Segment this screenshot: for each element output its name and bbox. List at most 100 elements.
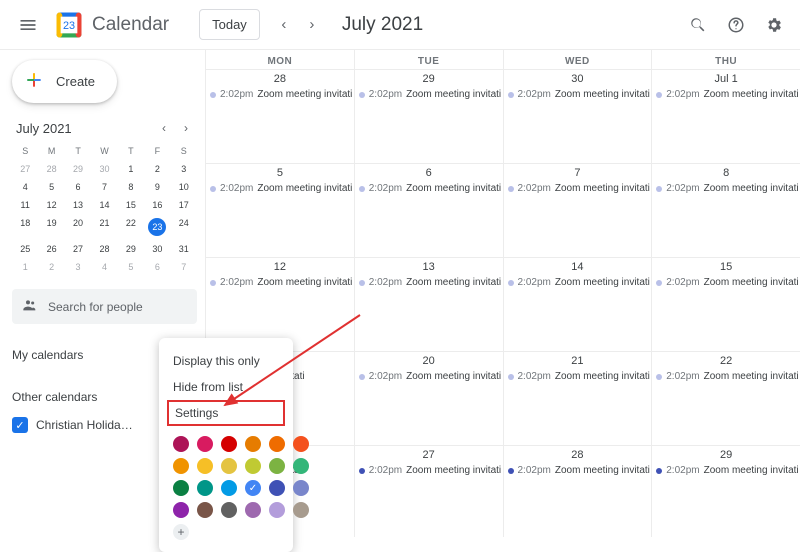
color-swatch[interactable] — [245, 436, 261, 452]
color-swatch[interactable] — [245, 502, 261, 518]
color-swatch[interactable] — [197, 502, 213, 518]
search-icon[interactable] — [688, 15, 708, 35]
grid-cell[interactable]: 212:02pmZoom meeting invitati — [503, 352, 652, 445]
checkbox-icon[interactable]: ✓ — [12, 417, 28, 433]
mini-day[interactable]: 3 — [65, 259, 91, 275]
mini-day[interactable]: 23 — [144, 215, 170, 239]
event[interactable]: 2:02pmZoom meeting invitati — [652, 183, 800, 194]
mini-day[interactable]: 3 — [171, 161, 197, 177]
event[interactable]: 2:02pmZoom meeting invitati — [206, 277, 354, 288]
mini-day[interactable]: 29 — [118, 241, 144, 257]
color-swatch[interactable] — [269, 436, 285, 452]
mini-day[interactable]: 30 — [144, 241, 170, 257]
prev-month-icon[interactable]: ‹ — [270, 11, 298, 39]
create-button[interactable]: Create — [12, 60, 117, 103]
mini-day[interactable]: 22 — [118, 215, 144, 239]
grid-cell[interactable]: 282:02pmZoom meeting invitati — [205, 70, 354, 163]
gear-icon[interactable] — [764, 15, 784, 35]
event[interactable]: 2:02pmZoom meeting invitati — [652, 277, 800, 288]
mini-day[interactable]: 4 — [91, 259, 117, 275]
grid-cell[interactable]: 272:02pmZoom meeting invitati — [354, 446, 503, 537]
grid-cell[interactable]: 292:02pmZoom meeting invitati — [354, 70, 503, 163]
menu-icon[interactable] — [10, 7, 46, 43]
today-button[interactable]: Today — [199, 9, 260, 40]
color-swatch[interactable] — [221, 480, 237, 496]
mini-day[interactable]: 27 — [12, 161, 38, 177]
mini-day[interactable]: 24 — [171, 215, 197, 239]
help-icon[interactable] — [726, 15, 746, 35]
color-swatch[interactable] — [173, 480, 189, 496]
mini-day[interactable]: 12 — [38, 197, 64, 213]
mini-day[interactable]: 14 — [91, 197, 117, 213]
mini-day[interactable]: 2 — [38, 259, 64, 275]
mini-day[interactable]: 19 — [38, 215, 64, 239]
mini-day[interactable]: 8 — [118, 179, 144, 195]
other-calendars-label[interactable]: Other calendars — [12, 390, 97, 404]
color-swatch[interactable] — [293, 458, 309, 474]
color-swatch[interactable] — [221, 502, 237, 518]
color-swatch[interactable] — [293, 502, 309, 518]
mini-day[interactable]: 21 — [91, 215, 117, 239]
mini-day[interactable]: 2 — [144, 161, 170, 177]
event[interactable]: 2:02pmZoom meeting invitati — [504, 465, 652, 476]
mini-day[interactable]: 17 — [171, 197, 197, 213]
mini-day[interactable]: 27 — [65, 241, 91, 257]
mini-day[interactable]: 25 — [12, 241, 38, 257]
grid-cell[interactable]: 202:02pmZoom meeting invitati — [354, 352, 503, 445]
color-swatch[interactable] — [197, 480, 213, 496]
mini-day[interactable]: 6 — [144, 259, 170, 275]
color-swatch[interactable] — [269, 458, 285, 474]
event[interactable]: 2:02pmZoom meeting invitati — [504, 371, 652, 382]
color-swatch[interactable] — [173, 502, 189, 518]
mini-day[interactable]: 30 — [91, 161, 117, 177]
color-swatch[interactable] — [245, 480, 261, 496]
mini-day[interactable]: 18 — [12, 215, 38, 239]
mini-day[interactable]: 16 — [144, 197, 170, 213]
color-swatch[interactable] — [221, 436, 237, 452]
mini-day[interactable]: 1 — [12, 259, 38, 275]
grid-cell[interactable]: 222:02pmZoom meeting invitati — [651, 352, 800, 445]
grid-cell[interactable]: 302:02pmZoom meeting invitati — [503, 70, 652, 163]
mini-day[interactable]: 20 — [65, 215, 91, 239]
mini-day[interactable]: 4 — [12, 179, 38, 195]
grid-cell[interactable]: 282:02pmZoom meeting invitati — [503, 446, 652, 537]
grid-cell[interactable]: 152:02pmZoom meeting invitati — [651, 258, 800, 351]
mini-day[interactable]: 11 — [12, 197, 38, 213]
mini-next-icon[interactable]: › — [177, 119, 195, 137]
mini-day[interactable]: 28 — [91, 241, 117, 257]
mini-day[interactable]: 7 — [91, 179, 117, 195]
color-swatch[interactable] — [269, 480, 285, 496]
mini-day[interactable]: 29 — [65, 161, 91, 177]
grid-cell[interactable]: 72:02pmZoom meeting invitati — [503, 164, 652, 257]
event[interactable]: 2:02pmZoom meeting invitati — [355, 277, 503, 288]
event[interactable]: 2:02pmZoom meeting invitati — [504, 277, 652, 288]
event[interactable]: 2:02pmZoom meeting invitati — [206, 183, 354, 194]
grid-cell[interactable]: 82:02pmZoom meeting invitati — [651, 164, 800, 257]
color-swatch[interactable] — [173, 458, 189, 474]
color-swatch[interactable] — [197, 436, 213, 452]
color-swatch[interactable] — [293, 436, 309, 452]
grid-cell[interactable]: 62:02pmZoom meeting invitati — [354, 164, 503, 257]
grid-cell[interactable]: Jul 12:02pmZoom meeting invitati — [651, 70, 800, 163]
mini-day[interactable]: 13 — [65, 197, 91, 213]
mini-day[interactable]: 15 — [118, 197, 144, 213]
grid-cell[interactable]: 52:02pmZoom meeting invitati — [205, 164, 354, 257]
grid-cell[interactable]: 142:02pmZoom meeting invitati — [503, 258, 652, 351]
mini-day[interactable]: 5 — [118, 259, 144, 275]
color-swatch[interactable] — [245, 458, 261, 474]
event[interactable]: 2:02pmZoom meeting invitati — [652, 371, 800, 382]
mini-day[interactable]: 26 — [38, 241, 64, 257]
mini-day[interactable]: 7 — [171, 259, 197, 275]
add-color-icon[interactable]: + — [173, 524, 189, 540]
mini-day[interactable]: 9 — [144, 179, 170, 195]
color-swatch[interactable] — [293, 480, 309, 496]
event[interactable]: 2:02pmZoom meeting invitati — [355, 465, 503, 476]
search-people[interactable]: Search for people — [12, 289, 197, 324]
popover-item[interactable]: Display this only — [159, 348, 293, 374]
mini-day[interactable]: 6 — [65, 179, 91, 195]
event[interactable]: 2:02pmZoom meeting invitati — [504, 89, 652, 100]
settings-menu-item[interactable]: Settings — [167, 400, 285, 426]
mini-day[interactable]: 1 — [118, 161, 144, 177]
color-swatch[interactable] — [269, 502, 285, 518]
next-month-icon[interactable]: › — [298, 11, 326, 39]
